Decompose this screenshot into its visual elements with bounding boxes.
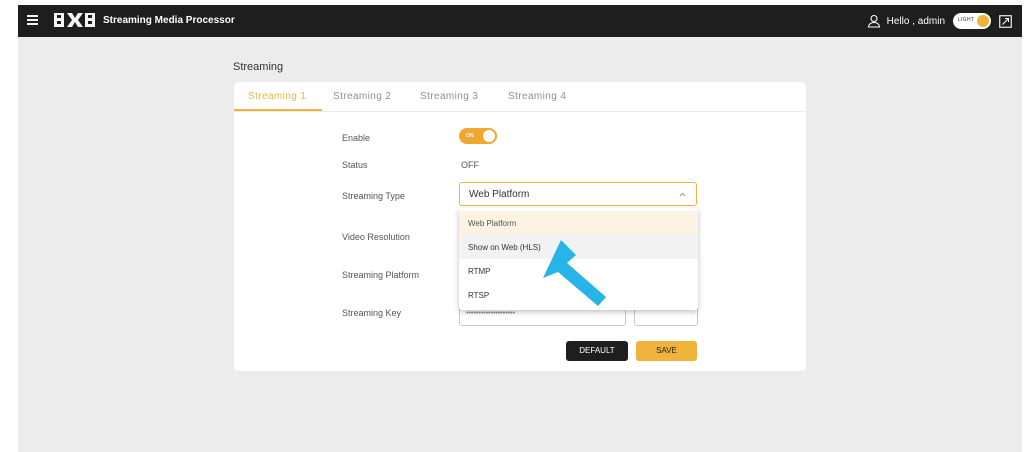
expand-icon[interactable] [999,14,1012,28]
menu-icon[interactable] [27,15,38,25]
section-title: Streaming [233,61,284,73]
streaming-type-label: Streaming Type [342,191,405,201]
app-window: Streaming Media Processor Hello , admin … [18,5,1022,452]
enable-switch[interactable]: ON [459,128,497,144]
theme-toggle-label: LIGHT [958,17,975,23]
tab-streaming-1[interactable]: Streaming 1 [248,91,306,102]
option-web-platform[interactable]: Web Platform [459,211,698,235]
streaming-card: Streaming 1 Streaming 2 Streaming 3 Stre… [234,82,806,371]
tab-streaming-3[interactable]: Streaming 3 [420,91,478,102]
annotation-arrow-icon [543,240,606,306]
active-tab-indicator [234,109,322,111]
enable-switch-knob [483,130,495,142]
theme-toggle-knob [977,15,989,27]
theme-toggle[interactable]: LIGHT [953,13,991,29]
streaming-key-label: Streaming Key [342,308,402,318]
streaming-type-select[interactable]: Web Platform [459,182,697,206]
default-button[interactable]: DEFAULT [566,341,628,361]
user-area: Hello , admin LIGHT [867,12,1012,30]
tab-streaming-4[interactable]: Streaming 4 [508,91,566,102]
enable-switch-text: ON [466,133,474,139]
streaming-type-value: Web Platform [469,189,530,200]
video-resolution-label: Video Resolution [342,232,410,242]
streaming-key-value: •••••••••••••••••••• [466,310,516,317]
user-greeting: Hello , admin [886,15,945,27]
tab-streaming-2[interactable]: Streaming 2 [333,91,391,102]
streaming-platform-label: Streaming Platform [342,270,420,280]
user-icon[interactable] [867,14,881,28]
status-value: OFF [461,160,479,170]
brand-logo [54,11,96,29]
chevron-up-icon [679,192,686,197]
save-button[interactable]: SAVE [636,341,697,361]
app-title: Streaming Media Processor [103,15,235,26]
top-bar: Streaming Media Processor Hello , admin … [18,5,1022,37]
streaming-tabs: Streaming 1 Streaming 2 Streaming 3 Stre… [234,82,806,112]
enable-label: Enable [342,133,371,143]
status-label: Status [342,160,368,170]
